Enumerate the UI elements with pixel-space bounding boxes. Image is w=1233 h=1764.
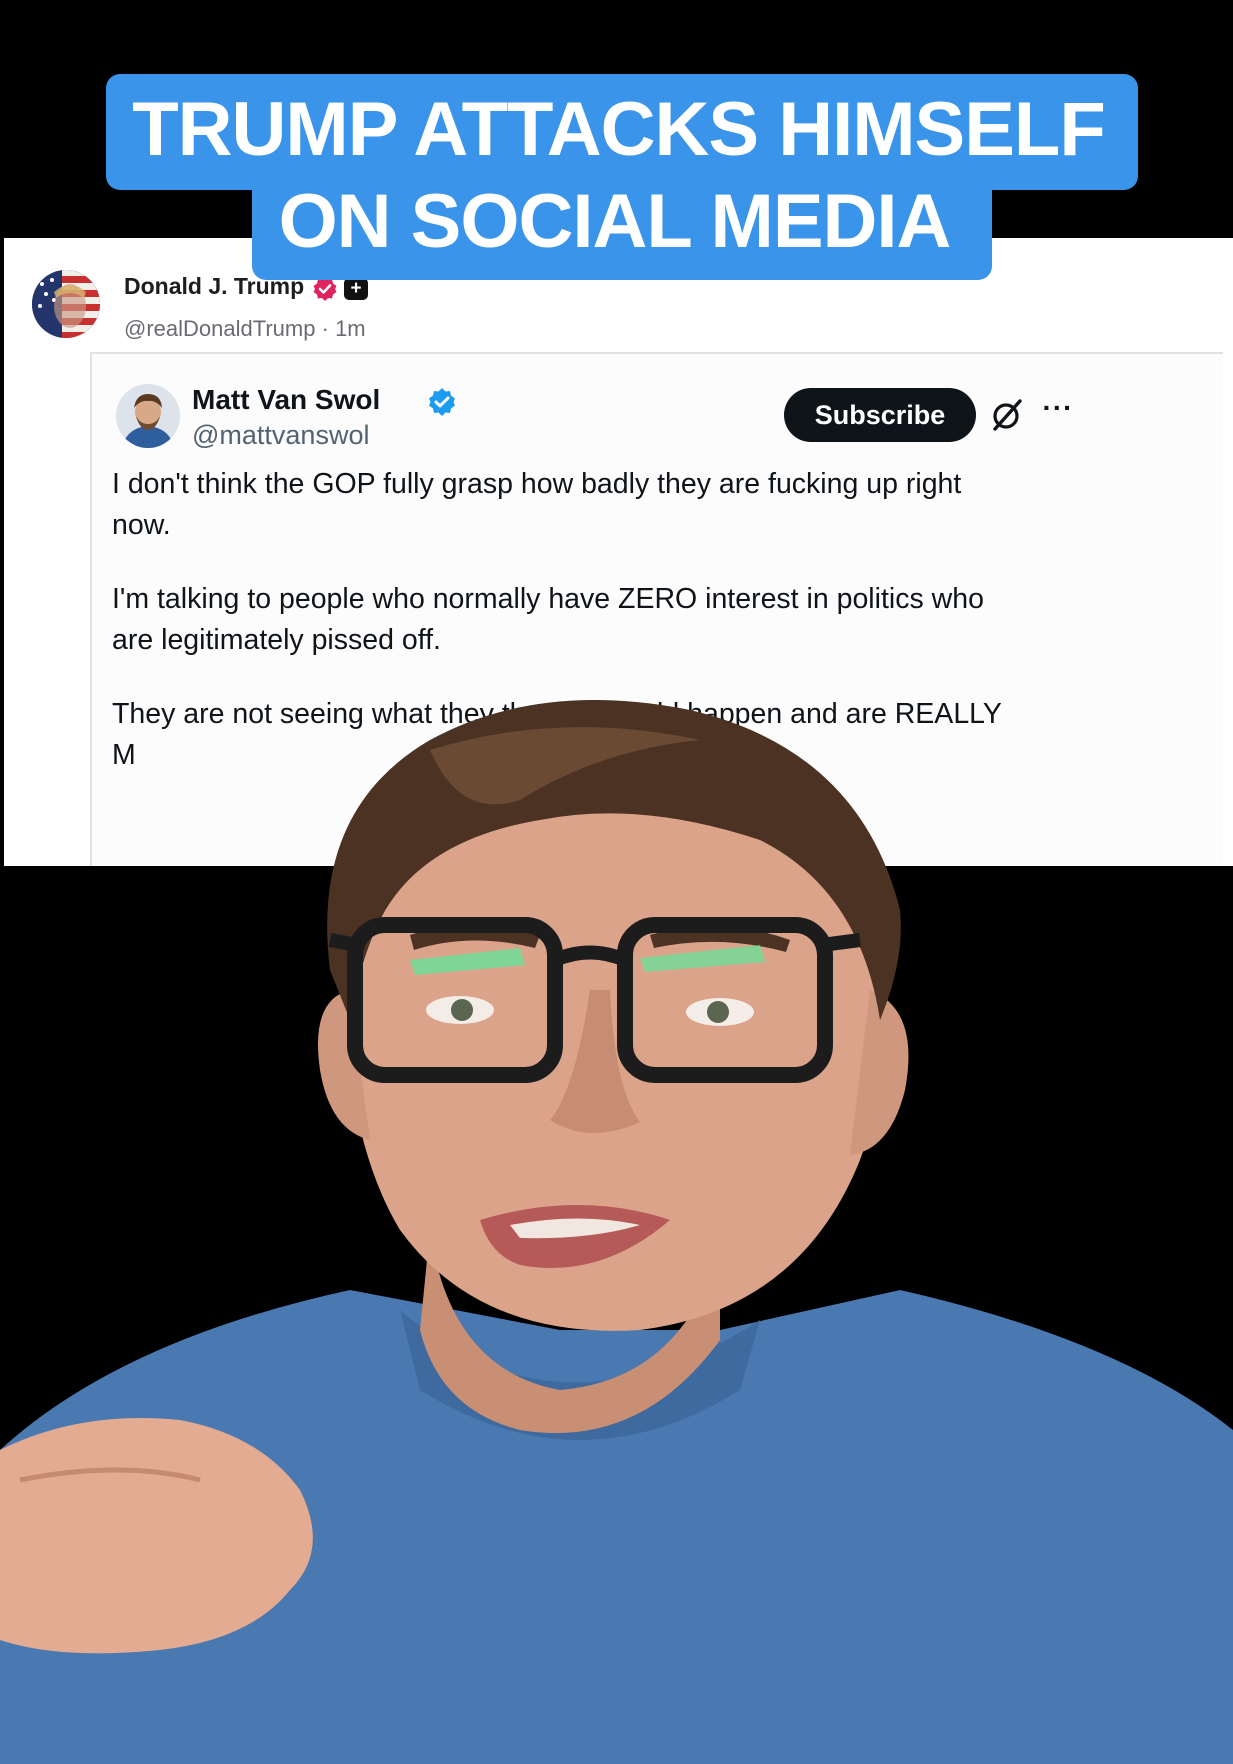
grok-icon[interactable] bbox=[990, 398, 1024, 432]
headline-line-1: TRUMP ATTACKS HIMSELF bbox=[132, 87, 1106, 172]
quote-paragraph: I don't think the GOP fully grasp how ba… bbox=[112, 468, 962, 541]
more-options-icon[interactable]: ··· bbox=[1040, 394, 1076, 428]
video-frame: Donald J. Trump + @realDonaldTrump · 1m bbox=[0, 0, 1233, 1764]
quote-author-name[interactable]: Matt Van Swol bbox=[192, 384, 380, 416]
author-handle-line: @realDonaldTrump · 1m bbox=[124, 316, 366, 342]
quote-paragraph: I'm talking to people who normally have … bbox=[112, 583, 984, 656]
quote-author-handle[interactable]: @mattvanswol bbox=[192, 420, 369, 451]
avatar-portrait bbox=[116, 384, 180, 448]
author-handle[interactable]: @realDonaldTrump bbox=[124, 316, 315, 341]
post-time[interactable]: 1m bbox=[335, 316, 366, 341]
separator-dot: · bbox=[321, 316, 336, 341]
presenter-video bbox=[0, 700, 1233, 1764]
verified-badge-icon bbox=[429, 388, 455, 416]
headline-line-2: ON SOCIAL MEDIA bbox=[278, 179, 952, 264]
headline-caption: TRUMP ATTACKS HIMSELF ON SOCIAL MEDIA bbox=[0, 0, 1233, 290]
subscribe-button[interactable]: Subscribe bbox=[784, 388, 976, 442]
quote-avatar[interactable] bbox=[116, 384, 180, 448]
